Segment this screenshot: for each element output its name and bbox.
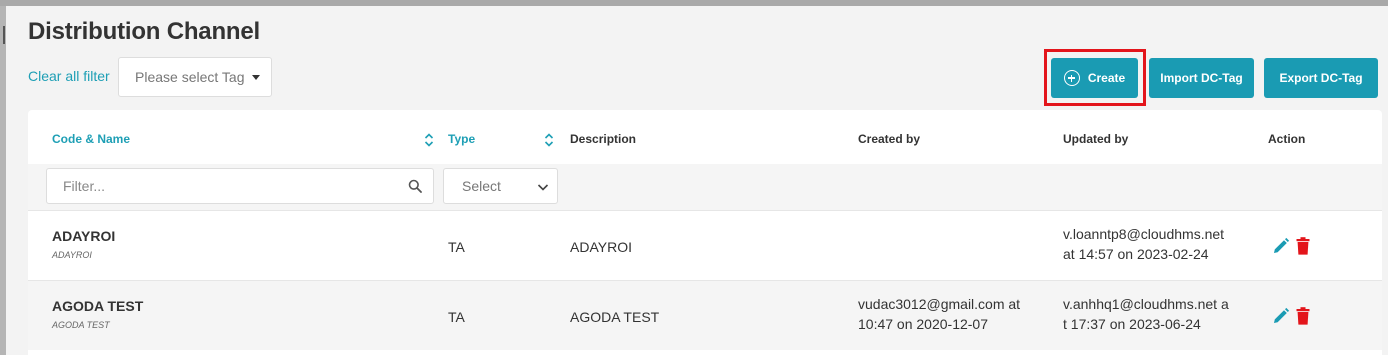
row-description: ADAYROI	[570, 239, 632, 255]
column-header-created-by: Created by	[858, 132, 921, 146]
export-dc-tag-button[interactable]: Export DC-Tag	[1264, 58, 1378, 98]
table-row[interactable]: AGODA TEST AGODA TEST TA AGODA TEST vuda…	[28, 280, 1382, 350]
row-updated-by-line2: t 17:37 on 2023-06-24	[1063, 316, 1201, 332]
row-updated-by-line1: v.anhhq1@cloudhms.net a	[1063, 296, 1229, 312]
create-button[interactable]: Create	[1051, 58, 1138, 98]
row-created-by-line2: 10:47 on 2020-12-07	[858, 316, 988, 332]
column-header-updated-by: Updated by	[1063, 132, 1129, 146]
import-button-label: Import DC-Tag	[1160, 71, 1243, 85]
export-button-label: Export DC-Tag	[1279, 71, 1363, 85]
row-type: TA	[448, 239, 465, 255]
clear-all-filter-link[interactable]: Clear all filter	[28, 68, 110, 84]
tag-select-placeholder: Please select Tag	[135, 69, 245, 85]
page-title: Distribution Channel	[28, 18, 260, 45]
create-button-label: Create	[1087, 71, 1126, 85]
chevron-down-icon	[537, 184, 549, 191]
type-filter-placeholder: Select	[462, 178, 501, 194]
trash-icon[interactable]	[1296, 307, 1310, 325]
row-updated-by-line2: at 14:57 on 2023-02-24	[1063, 246, 1209, 262]
row-code: AGODA TEST	[52, 298, 144, 314]
table-row[interactable]: ADAYROI ADAYROI TA ADAYROI v.loanntp8@cl…	[28, 210, 1382, 280]
row-description: AGODA TEST	[570, 309, 660, 325]
tag-select-dropdown[interactable]: Please select Tag	[118, 57, 272, 97]
sort-icon[interactable]	[544, 132, 554, 148]
type-filter-select[interactable]: Select	[443, 168, 558, 204]
window-top-border	[0, 0, 1388, 6]
caret-down-icon	[252, 74, 261, 80]
pencil-icon[interactable]	[1272, 307, 1290, 325]
column-header-action: Action	[1268, 132, 1306, 146]
row-updated-by: v.loanntp8@cloudhms.net at 14:57 on 2023…	[1063, 224, 1224, 264]
search-icon	[408, 179, 422, 193]
code-name-filter-input[interactable]	[46, 168, 434, 204]
column-header-code-name[interactable]: Code & Name	[52, 132, 130, 146]
row-created-by: vudac3012@gmail.com at 10:47 on 2020-12-…	[858, 294, 1020, 334]
row-code: ADAYROI	[52, 228, 116, 244]
sort-icon[interactable]	[424, 132, 434, 148]
sidebar-collapse-handle[interactable]	[3, 26, 5, 44]
row-name: AGODA TEST	[52, 320, 110, 330]
window-left-border	[0, 6, 6, 355]
column-header-description: Description	[570, 132, 637, 146]
row-updated-by: v.anhhq1@cloudhms.net a t 17:37 on 2023-…	[1063, 294, 1229, 334]
trash-icon[interactable]	[1296, 237, 1310, 255]
row-created-by-line1: vudac3012@gmail.com at	[858, 296, 1021, 312]
row-name: ADAYROI	[52, 250, 92, 260]
pencil-icon[interactable]	[1272, 237, 1290, 255]
row-type: TA	[448, 309, 465, 325]
plus-circle-icon	[1063, 70, 1080, 86]
row-updated-by-line1: v.loanntp8@cloudhms.net	[1063, 226, 1225, 242]
column-header-type[interactable]: Type	[448, 132, 475, 146]
import-dc-tag-button[interactable]: Import DC-Tag	[1149, 58, 1254, 98]
distribution-channel-table: Code & Name Type Description Created by …	[28, 110, 1382, 355]
